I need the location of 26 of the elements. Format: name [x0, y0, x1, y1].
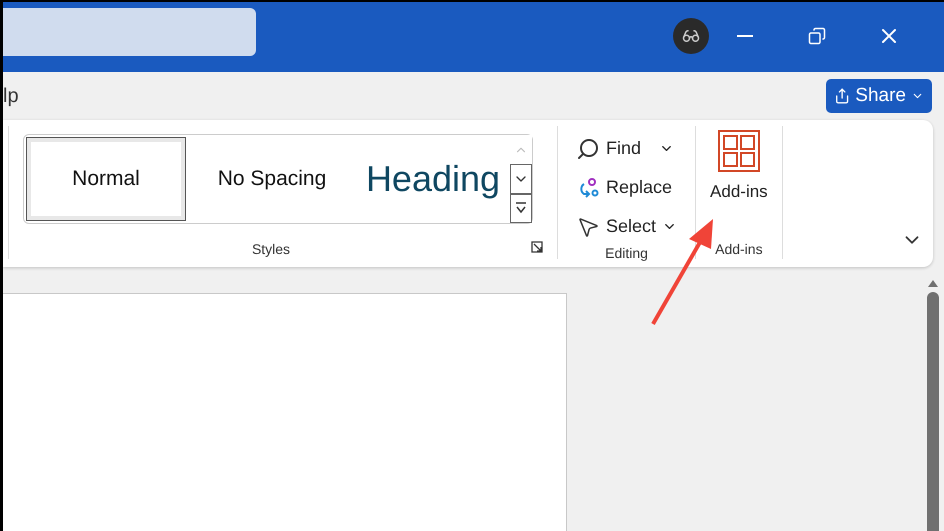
style-tile[interactable]: Heading — [358, 137, 508, 221]
expand-gallery-icon — [515, 201, 527, 216]
more-styles-button[interactable] — [510, 194, 532, 223]
menu-tab[interactable]: lp — [3, 84, 19, 108]
grid-icon — [718, 130, 760, 172]
scroll-down-button[interactable] — [510, 164, 532, 194]
style-tile[interactable]: Normal — [26, 137, 186, 221]
restore-icon — [808, 27, 826, 45]
style-tile[interactable]: No Spacing — [186, 137, 358, 221]
search-field[interactable] — [3, 8, 256, 56]
group-label: Editing — [605, 245, 648, 261]
group-label: Add-ins — [715, 241, 763, 257]
add-ins-button[interactable]: Add-ins — [706, 130, 772, 206]
scroll-up-icon[interactable] — [927, 279, 939, 288]
group-label: Styles — [252, 241, 290, 257]
share-icon — [834, 86, 850, 106]
editing-button[interactable]: Find — [572, 130, 682, 167]
minimize-icon — [737, 35, 753, 37]
editing-button[interactable]: Select — [572, 208, 682, 245]
avatar-icon[interactable] — [673, 18, 709, 54]
share-button[interactable]: Share — [826, 79, 932, 113]
search-icon — [576, 136, 600, 160]
dialog-launcher-icon[interactable] — [531, 241, 543, 253]
scrollbar-thumb[interactable] — [927, 292, 939, 531]
glasses-icon — [682, 27, 700, 45]
editing-button[interactable]: Replace — [572, 169, 682, 206]
